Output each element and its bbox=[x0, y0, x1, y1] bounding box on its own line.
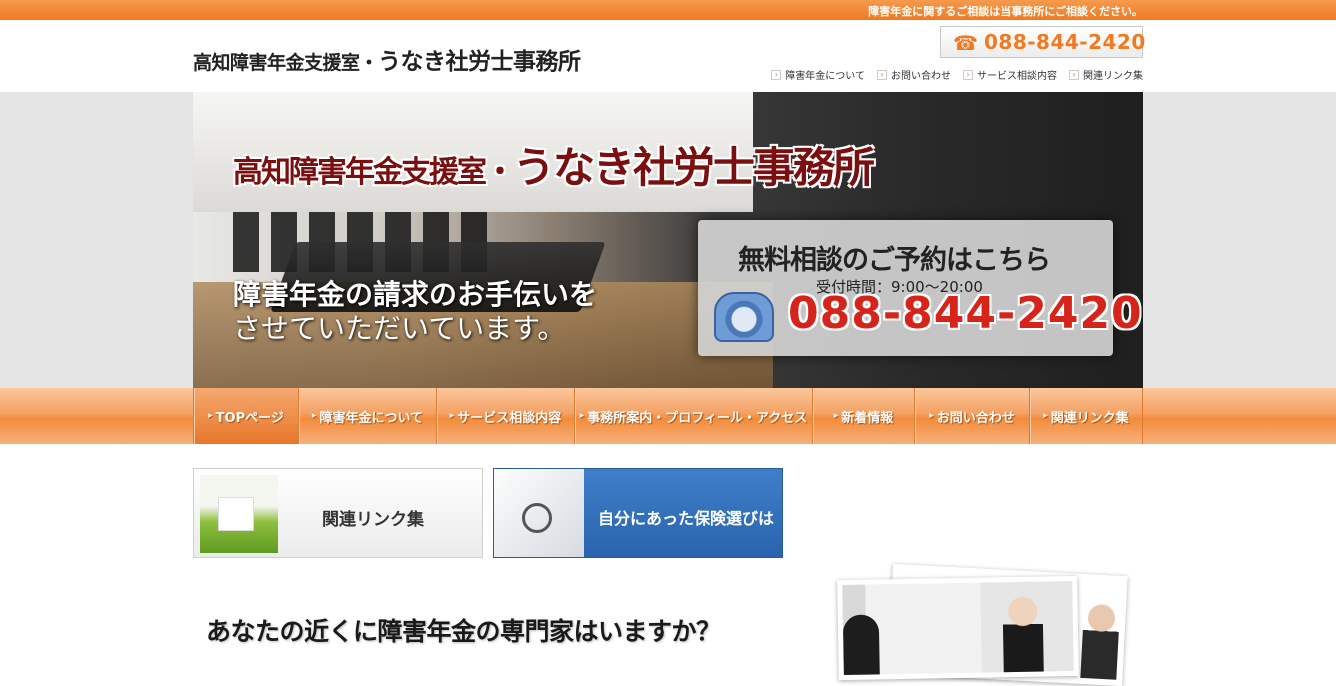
nav-item-about-pension[interactable]: ▸ 障害年金について bbox=[299, 388, 437, 444]
nav-label: サービス相談内容 bbox=[457, 410, 562, 426]
consultation-box[interactable]: 無料相談のご予約はこちら 受付時間：9:00～20:00 088-844-242… bbox=[698, 220, 1142, 356]
subnav-label: 関連リンク集 bbox=[1083, 71, 1143, 82]
header-phone-number: 088-844-2420 bbox=[984, 30, 1146, 54]
nav-item-top[interactable]: ▸ TOPページ bbox=[194, 388, 299, 444]
photo-frame-front bbox=[837, 575, 1079, 681]
site-title[interactable]: 高知障害年金支援室・うなき社労士事務所 bbox=[193, 42, 581, 76]
arrow-right-icon: ▸ bbox=[929, 411, 934, 421]
subnav-item-contact[interactable]: › お問い合わせ bbox=[877, 67, 951, 82]
magnifier-image bbox=[494, 469, 584, 557]
hero-title-main: うなき社労士事務所 bbox=[513, 143, 875, 192]
subnav-label: お問い合わせ bbox=[891, 71, 951, 82]
subnav-label: サービス相談内容 bbox=[977, 71, 1057, 82]
nav-label: 関連リンク集 bbox=[1050, 410, 1129, 426]
site-title-main: うなき社労士事務所 bbox=[378, 48, 581, 75]
arrow-right-icon: ▸ bbox=[208, 411, 213, 421]
arrow-right-icon: ▸ bbox=[833, 411, 839, 421]
nav-item-contact[interactable]: ▸ お問い合わせ bbox=[915, 388, 1030, 444]
consultation-title: 無料相談のご予約はこちら bbox=[738, 245, 1051, 276]
top-notice-text: 障害年金に関するご相談は当事務所にご相談ください。 bbox=[868, 5, 1143, 18]
top-notice-bar: 障害年金に関するご相談は当事務所にご相談ください。 bbox=[0, 0, 1336, 20]
hero-subtitle-line2: させていただいています。 bbox=[233, 312, 566, 345]
site-title-prefix: 高知障害年金支援室・ bbox=[193, 52, 379, 74]
arrow-right-icon: ▸ bbox=[1043, 411, 1048, 421]
nav-label: お問い合わせ bbox=[936, 410, 1015, 426]
hero-title-prefix: 高知障害年金支援室・ bbox=[233, 155, 515, 190]
sub-nav: › 障害年金について › お問い合わせ › サービス相談内容 › 関連リンク集 bbox=[771, 67, 1143, 82]
house-grass-image bbox=[200, 475, 278, 553]
house-icon bbox=[218, 497, 254, 531]
nav-label: TOPページ bbox=[215, 410, 284, 426]
nav-item-news[interactable]: ▸ 新着情報 bbox=[813, 388, 915, 444]
hero-subtitle: 障害年金の請求のお手伝いを させていただいています。 bbox=[233, 278, 597, 346]
arrow-right-icon: › bbox=[877, 69, 887, 80]
nav-item-services[interactable]: ▸ サービス相談内容 bbox=[437, 388, 575, 444]
staff-photo bbox=[842, 580, 1074, 676]
header: 高知障害年金支援室・うなき社労士事務所 ☎ 088-844-2420 › 障害年金… bbox=[0, 20, 1336, 111]
arrow-right-icon: › bbox=[963, 69, 973, 80]
insurance-label: 自分にあった保険選びは bbox=[598, 509, 775, 528]
consultation-phone-number: 088-844-2420 bbox=[788, 288, 1143, 339]
related-links-banner[interactable]: 関連リンク集 bbox=[193, 468, 483, 558]
hero-title: 高知障害年金支援室・うなき社労士事務所 bbox=[233, 134, 875, 195]
telephone-icon bbox=[714, 292, 774, 342]
nav-label: 障害年金について bbox=[319, 410, 424, 426]
global-nav: ▸ TOPページ ▸ 障害年金について ▸ サービス相談内容 ▸ 事務所案内・プロフィー… bbox=[193, 388, 1143, 444]
person-image bbox=[1002, 593, 1044, 675]
subnav-item-about-pension[interactable]: › 障害年金について bbox=[771, 67, 865, 82]
insurance-banner[interactable]: 自分にあった保険選びは bbox=[493, 468, 783, 558]
arrow-right-icon: ▸ bbox=[579, 411, 585, 421]
subnav-item-links[interactable]: › 関連リンク集 bbox=[1069, 67, 1143, 82]
phone-icon: ☎ bbox=[953, 31, 978, 55]
arrow-right-icon: › bbox=[771, 69, 782, 80]
subnav-label: 障害年金について bbox=[785, 71, 865, 82]
section-heading: あなたの近くに障害年金の専門家はいますか？ bbox=[206, 617, 721, 646]
nav-item-office-profile-access[interactable]: ▸ 事務所案内・プロフィール・アクセス bbox=[575, 388, 813, 444]
arrow-right-icon: › bbox=[1069, 69, 1079, 80]
arrow-right-icon: ▸ bbox=[311, 411, 317, 421]
nav-label: 新着情報 bbox=[841, 410, 894, 426]
header-phone-box[interactable]: ☎ 088-844-2420 bbox=[940, 26, 1146, 58]
nav-label: 事務所案内・プロフィール・アクセス bbox=[587, 410, 808, 426]
magnifier-icon bbox=[522, 503, 552, 533]
related-links-label: 関連リンク集 bbox=[322, 510, 424, 530]
nav-item-links[interactable]: ▸ 関連リンク集 bbox=[1030, 388, 1143, 444]
hero-subtitle-line1: 障害年金の請求のお手伝いを bbox=[233, 278, 598, 311]
hero-banner: 高知障害年金支援室・うなき社労士事務所 障害年金の請求のお手伝いを させていただ… bbox=[193, 92, 1143, 388]
arrow-right-icon: ▸ bbox=[449, 411, 455, 421]
person-image bbox=[1080, 597, 1121, 680]
subnav-item-services[interactable]: › サービス相談内容 bbox=[963, 67, 1057, 82]
